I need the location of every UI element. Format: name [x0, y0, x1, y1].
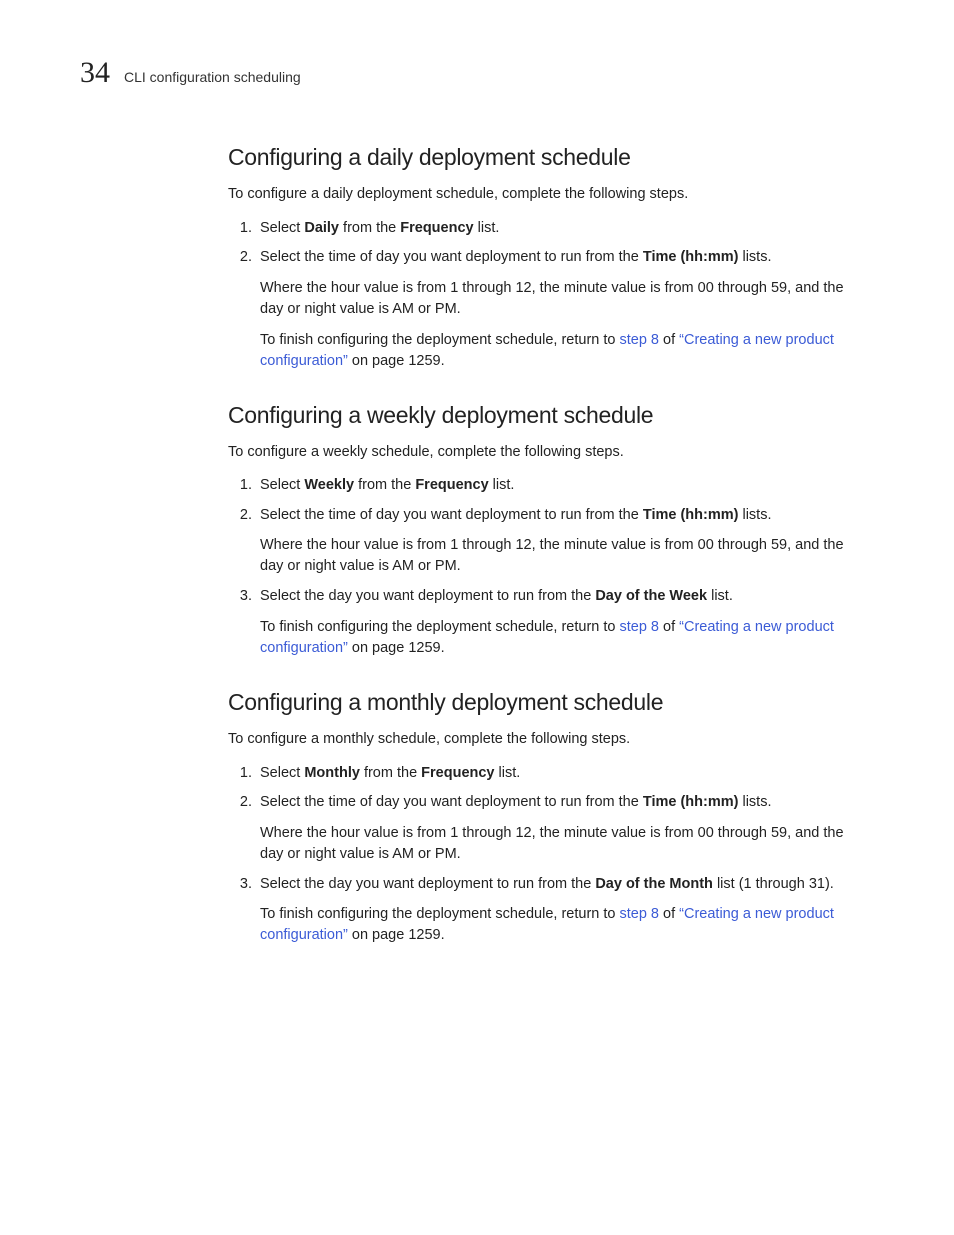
steps-daily: Select Daily from the Frequency list. Se…	[228, 219, 862, 372]
step-bold: Monthly	[304, 765, 360, 781]
list-item: Select the day you want deployment to ru…	[256, 875, 862, 947]
step-bold: Daily	[304, 220, 339, 236]
step-text: list (1 through 31).	[713, 876, 834, 892]
step-bold: Frequency	[421, 765, 494, 781]
return-text: on page 1259.	[348, 640, 445, 656]
step-text: list.	[707, 588, 733, 604]
step-text: Select	[260, 765, 304, 781]
step-text: from the	[360, 765, 421, 781]
running-title: CLI configuration scheduling	[124, 69, 301, 85]
intro-weekly: To configure a weekly schedule, complete…	[228, 443, 862, 463]
step-bold: Frequency	[415, 477, 488, 493]
step-bold: Weekly	[304, 477, 354, 493]
return-text: on page 1259.	[348, 353, 445, 369]
heading-monthly: Configuring a monthly deployment schedul…	[228, 689, 862, 716]
return-text: To finish configuring the deployment sch…	[260, 332, 620, 348]
list-item: Select Weekly from the Frequency list.	[256, 476, 862, 496]
list-item: Select the time of day you want deployme…	[256, 506, 862, 578]
section-daily: Configuring a daily deployment schedule …	[228, 144, 862, 372]
step-text: Select the time of day you want deployme…	[260, 794, 643, 810]
sub-paragraph: Where the hour value is from 1 through 1…	[260, 535, 862, 577]
content: Configuring a daily deployment schedule …	[228, 144, 862, 946]
heading-weekly: Configuring a weekly deployment schedule	[228, 402, 862, 429]
page: 34 CLI configuration scheduling Configur…	[0, 0, 954, 1235]
return-text: on page 1259.	[348, 927, 445, 943]
step-text: list.	[495, 765, 521, 781]
step-bold: Time (hh:mm)	[643, 249, 739, 265]
heading-daily: Configuring a daily deployment schedule	[228, 144, 862, 171]
list-item: Select the time of day you want deployme…	[256, 248, 862, 372]
return-text: To finish configuring the deployment sch…	[260, 906, 620, 922]
step-text: Select the day you want deployment to ru…	[260, 588, 595, 604]
sub-paragraph: Where the hour value is from 1 through 1…	[260, 823, 862, 865]
return-text: To finish configuring the deployment sch…	[260, 619, 620, 635]
step-text: from the	[354, 477, 415, 493]
link-step[interactable]: step 8	[620, 906, 660, 922]
step-text: list.	[474, 220, 500, 236]
step-text: from the	[339, 220, 400, 236]
list-item: Select the time of day you want deployme…	[256, 793, 862, 865]
intro-daily: To configure a daily deployment schedule…	[228, 185, 862, 205]
list-item: Select the day you want deployment to ru…	[256, 587, 862, 659]
step-bold: Time (hh:mm)	[643, 794, 739, 810]
step-text: Select the day you want deployment to ru…	[260, 876, 595, 892]
step-text: list.	[489, 477, 515, 493]
list-item: Select Monthly from the Frequency list.	[256, 764, 862, 784]
running-head: 34 CLI configuration scheduling	[80, 56, 874, 90]
step-text: lists.	[738, 249, 771, 265]
steps-weekly: Select Weekly from the Frequency list. S…	[228, 476, 862, 659]
link-step[interactable]: step 8	[620, 332, 660, 348]
return-text: of	[659, 619, 679, 635]
step-text: Select	[260, 477, 304, 493]
steps-monthly: Select Monthly from the Frequency list. …	[228, 764, 862, 947]
step-text: Select the time of day you want deployme…	[260, 507, 643, 523]
link-step[interactable]: step 8	[620, 619, 660, 635]
return-text: of	[659, 906, 679, 922]
step-text: Select the time of day you want deployme…	[260, 249, 643, 265]
section-monthly: Configuring a monthly deployment schedul…	[228, 689, 862, 946]
chapter-number: 34	[80, 56, 110, 90]
sub-paragraph: To finish configuring the deployment sch…	[260, 904, 862, 946]
step-bold: Time (hh:mm)	[643, 507, 739, 523]
intro-monthly: To configure a monthly schedule, complet…	[228, 730, 862, 750]
list-item: Select Daily from the Frequency list.	[256, 219, 862, 239]
step-text: lists.	[738, 507, 771, 523]
section-weekly: Configuring a weekly deployment schedule…	[228, 402, 862, 659]
return-text: of	[659, 332, 679, 348]
sub-paragraph: Where the hour value is from 1 through 1…	[260, 278, 862, 320]
step-bold: Frequency	[400, 220, 473, 236]
sub-paragraph: To finish configuring the deployment sch…	[260, 330, 862, 372]
step-bold: Day of the Week	[595, 588, 707, 604]
step-bold: Day of the Month	[595, 876, 713, 892]
step-text: Select	[260, 220, 304, 236]
step-text: lists.	[738, 794, 771, 810]
sub-paragraph: To finish configuring the deployment sch…	[260, 617, 862, 659]
